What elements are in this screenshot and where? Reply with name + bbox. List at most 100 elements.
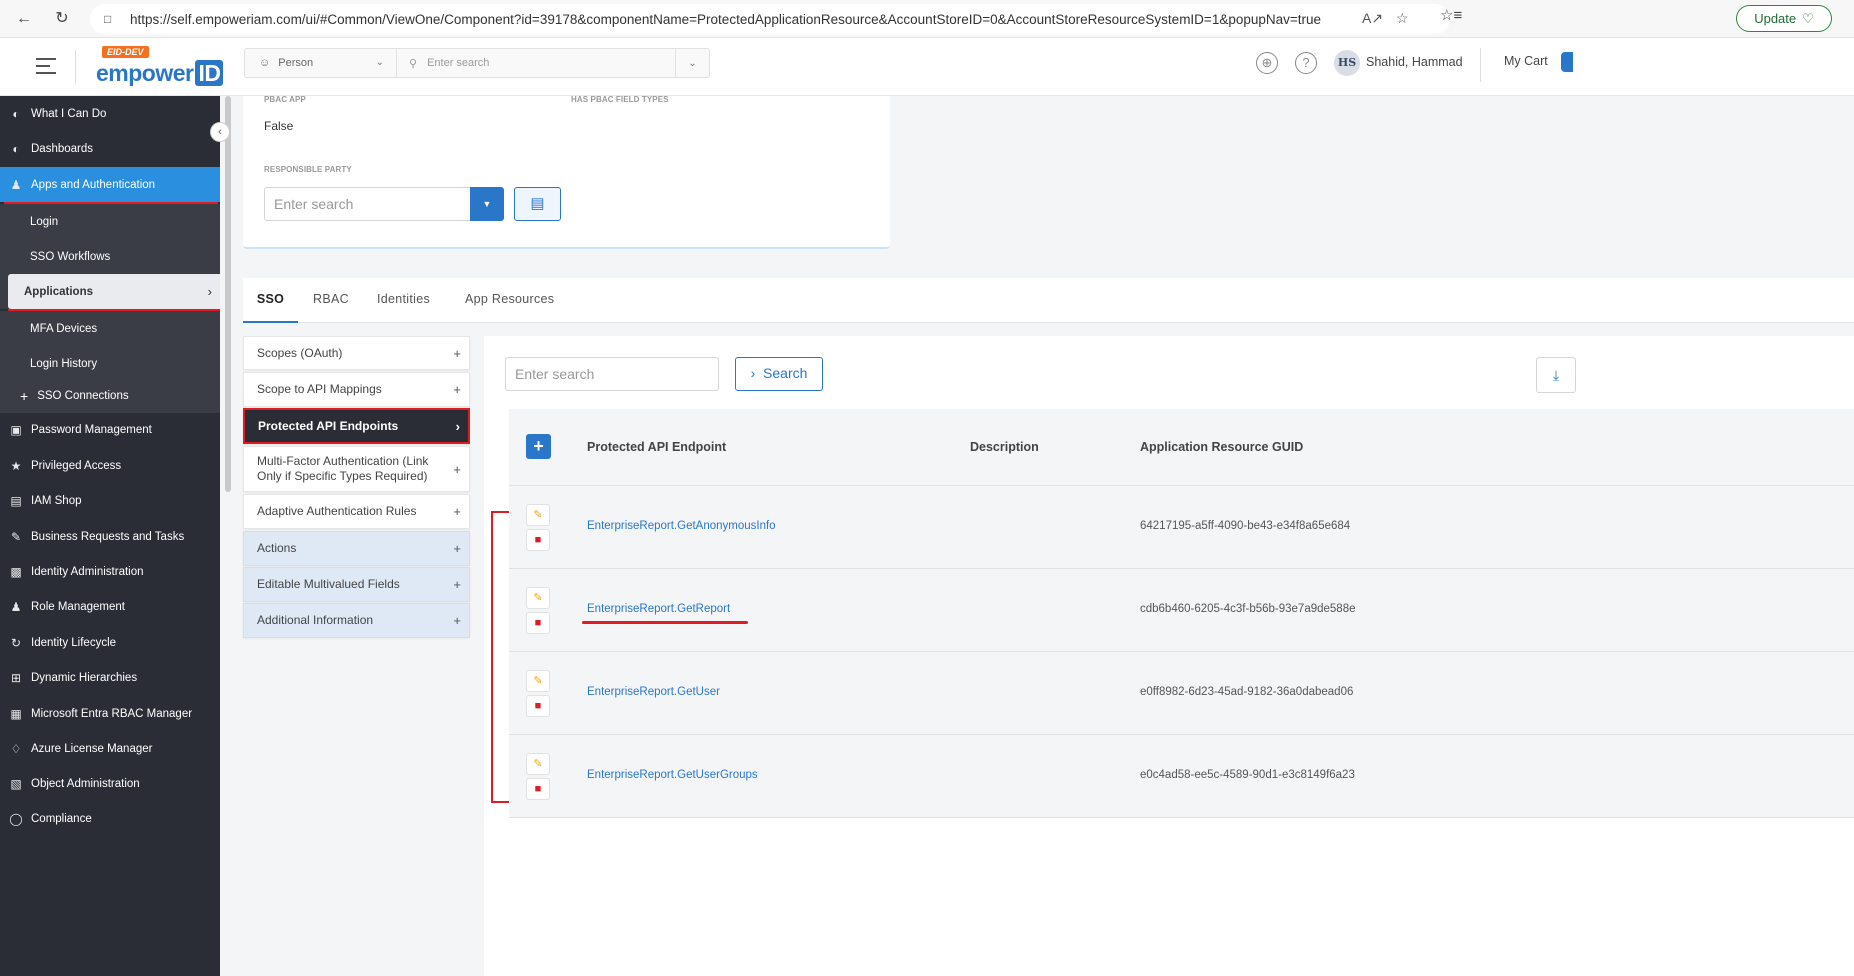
table-row: ✎ ■ EnterpriseReport.GetAnonymousInfo 64… (509, 486, 1854, 569)
collapse-sidebar-button[interactable]: ‹ (210, 122, 230, 142)
plus-icon: + (453, 461, 461, 477)
accordion-actions[interactable]: Actions + (243, 531, 470, 566)
download-icon: ⤓ (1552, 367, 1560, 383)
trash-icon: ■ (534, 617, 542, 629)
edit-button[interactable]: ✎ (526, 504, 550, 526)
column-header-description[interactable]: Description (970, 440, 1039, 454)
sidebar-item-object-administration[interactable]: ▧ Object Administration (0, 766, 220, 801)
accordion-scopes-oauth[interactable]: Scopes (OAuth) + (243, 336, 470, 370)
empowerid-logo[interactable]: EID-DEV empower ID (96, 42, 224, 87)
sidebar-item-apps-and-authentication[interactable]: ♟ Apps and Authentication (0, 167, 220, 202)
edit-button[interactable]: ✎ (526, 670, 550, 692)
avatar[interactable]: HS (1334, 50, 1360, 76)
favorites-icon[interactable]: ☆≡ (1440, 6, 1462, 24)
sidebar-item-login[interactable]: Login (0, 204, 220, 239)
add-endpoint-button[interactable]: + (526, 434, 551, 459)
sidebar-item-what-i-can-do[interactable]: ◐ What I Can Do (0, 96, 220, 131)
sidebar-item-iam-shop[interactable]: ▤ IAM Shop (0, 483, 220, 518)
accordion-protected-api-endpoints[interactable]: Protected API Endpoints › (243, 408, 470, 444)
delete-button[interactable]: ■ (526, 612, 550, 634)
delete-button[interactable]: ■ (526, 778, 550, 800)
highlight-bracket (491, 511, 509, 803)
compliance-icon: ◯ (9, 811, 23, 826)
table-row: ✎ ■ EnterpriseReport.GetReport cdb6b460-… (509, 569, 1854, 652)
chevron-right-icon: › (455, 418, 460, 434)
accordion-scope-to-api-mappings[interactable]: Scope to API Mappings + (243, 372, 470, 407)
pbac-app-label: PBAC APP (264, 95, 306, 104)
accordion-additional-information[interactable]: Additional Information + (243, 603, 470, 638)
sidebar-item-identity-lifecycle[interactable]: ↻ Identity Lifecycle (0, 625, 220, 660)
cart-count-badge[interactable] (1561, 52, 1573, 72)
back-arrow-icon[interactable]: ← (14, 9, 34, 29)
gauge-icon: ◐ (12, 141, 20, 156)
browser-update-button[interactable]: Update ♡ (1736, 5, 1832, 32)
cube-icon: ▦ (10, 706, 22, 721)
search-options-dropdown[interactable]: ⌄ (675, 49, 709, 77)
help-icon[interactable]: ? (1295, 52, 1317, 74)
sidebar-item-dashboards[interactable]: ◐ Dashboards (0, 131, 220, 166)
star-icon: ★ (10, 458, 22, 473)
sidebar-item-entra-rbac-manager[interactable]: ▦ Microsoft Entra RBAC Manager (0, 696, 220, 731)
responsible-party-lookup-button[interactable]: ▤ (514, 187, 561, 221)
tab-bar: SSO RBAC Identities App Resources (243, 278, 1854, 323)
menu-toggle-icon[interactable] (36, 58, 56, 79)
edit-button[interactable]: ✎ (526, 587, 550, 609)
sidebar-scrollbar[interactable] (225, 96, 231, 492)
user-key-icon: ♟ (10, 177, 22, 192)
url-text[interactable]: https://self.empoweriam.com/ui/#Common/V… (130, 12, 1321, 27)
endpoint-link[interactable]: EnterpriseReport.GetUserGroups (587, 769, 758, 781)
endpoint-link[interactable]: EnterpriseReport.GetAnonymousInfo (587, 520, 776, 532)
tab-identities[interactable]: Identities (377, 278, 430, 323)
plus-icon: + (453, 577, 461, 592)
pencil-icon: ✎ (533, 675, 543, 687)
sidebar-item-sso-workflows[interactable]: SSO Workflows (0, 239, 220, 274)
sidebar-item-compliance[interactable]: ◯ Compliance (0, 801, 220, 836)
sidebar-item-privileged-access[interactable]: ★ Privileged Access (0, 448, 220, 483)
search-type-select[interactable]: ☺ Person ⌄ (245, 49, 397, 77)
sidebar-item-applications[interactable]: Applications › (8, 274, 220, 309)
endpoint-link[interactable]: EnterpriseReport.GetReport (587, 603, 730, 615)
edit-icon: ✎ (10, 529, 22, 544)
read-aloud-icon[interactable]: A↗ (1362, 10, 1383, 27)
accordion-multi-factor-authentication[interactable]: Multi-Factor Authentication (Link Only i… (243, 446, 470, 492)
delete-button[interactable]: ■ (526, 529, 550, 551)
download-button[interactable]: ⤓ (1536, 357, 1576, 393)
license-icon: ♢ (10, 741, 22, 756)
sidebar-item-password-management[interactable]: ▣ Password Management (0, 412, 220, 447)
person-icon: ☺ (259, 57, 271, 69)
user-name[interactable]: Shahid, Hammad (1366, 55, 1463, 69)
sidebar-item-role-management[interactable]: ♟ Role Management (0, 589, 220, 624)
lifecycle-icon: ↻ (10, 635, 22, 650)
sidebar-item-sso-connections[interactable]: + SSO Connections (0, 378, 220, 413)
accordion-editable-multivalued-fields[interactable]: Editable Multivalued Fields + (243, 567, 470, 602)
environment-badge: EID-DEV (102, 46, 149, 58)
favorite-star-icon[interactable]: ☆ (1396, 10, 1409, 27)
address-bar[interactable]: □ https://self.empoweriam.com/ui/#Common… (90, 4, 1450, 34)
sidebar-item-login-history[interactable]: Login History (0, 346, 220, 381)
accordion-adaptive-authentication-rules[interactable]: Adaptive Authentication Rules + (243, 494, 470, 529)
column-header-guid[interactable]: Application Resource GUID (1140, 440, 1303, 454)
global-search: ☺ Person ⌄ ⚲ Enter search ⌄ (244, 48, 710, 78)
responsible-party-dropdown[interactable]: ▼ (470, 187, 504, 221)
sidebar-item-azure-license-manager[interactable]: ♢ Azure License Manager (0, 731, 220, 766)
delete-button[interactable]: ■ (526, 695, 550, 717)
grid-search-button[interactable]: › Search (735, 357, 823, 391)
tab-sso[interactable]: SSO (243, 278, 298, 323)
sidebar-item-identity-administration[interactable]: ▩ Identity Administration (0, 554, 220, 589)
responsible-party-input[interactable]: Enter search (264, 187, 471, 221)
sidebar-item-business-requests[interactable]: ✎ Business Requests and Tasks (0, 519, 220, 554)
globe-icon[interactable]: ⊕ (1256, 52, 1278, 74)
tab-app-resources[interactable]: App Resources (465, 278, 554, 323)
global-search-input[interactable]: ⚲ Enter search ⌄ (397, 49, 709, 77)
endpoint-link[interactable]: EnterpriseReport.GetUser (587, 686, 720, 698)
search-list-icon: ▤ (530, 195, 545, 212)
sidebar-item-mfa-devices[interactable]: MFA Devices (0, 311, 220, 346)
edit-button[interactable]: ✎ (526, 753, 550, 775)
grid-search-input[interactable]: Enter search (505, 357, 719, 391)
sidebar-item-dynamic-hierarchies[interactable]: ⊞ Dynamic Hierarchies (0, 660, 220, 695)
my-cart-link[interactable]: My Cart (1504, 54, 1548, 68)
refresh-icon[interactable]: ↻ (52, 9, 72, 29)
column-header-endpoint[interactable]: Protected API Endpoint (587, 440, 726, 454)
chevron-down-icon: ⌄ (375, 57, 384, 68)
tab-rbac[interactable]: RBAC (313, 278, 349, 323)
